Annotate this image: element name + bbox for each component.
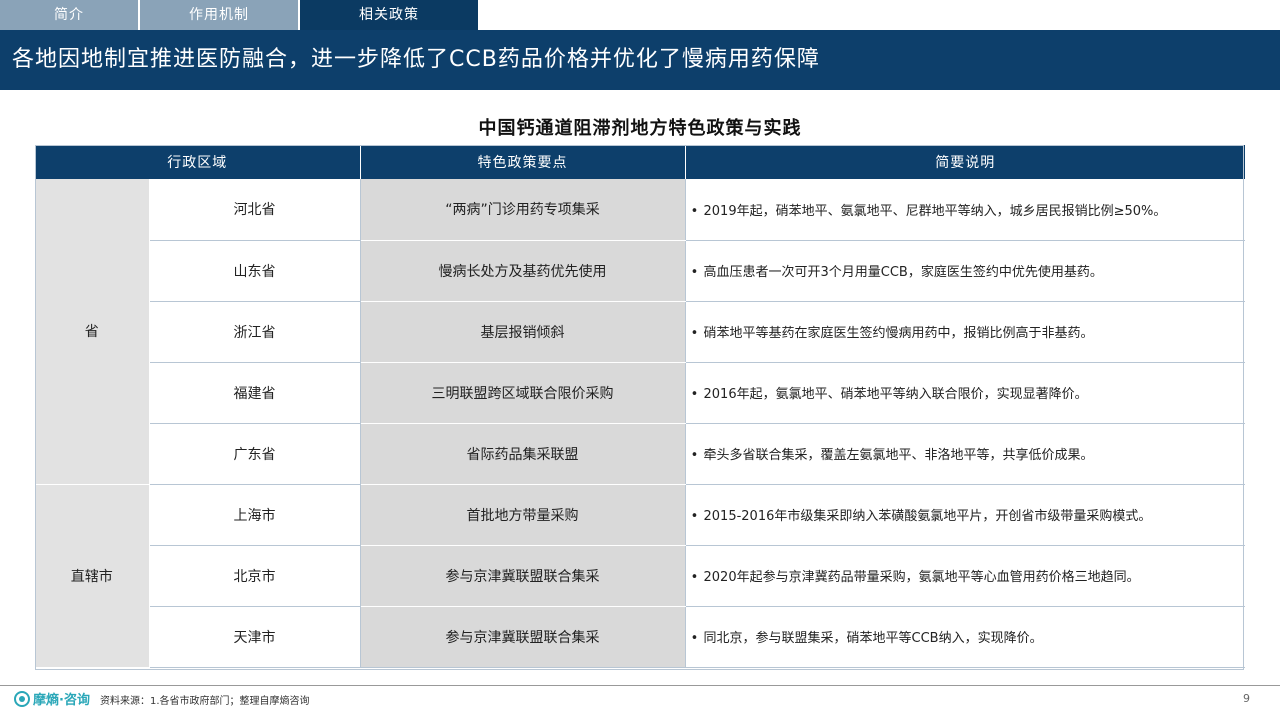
description-cell: • 牵头多省联合集采，覆盖左氨氯地平、非洛地平等，共享低价成果。 [685, 423, 1245, 485]
policy-cell: 首批地方带量采购 [360, 484, 686, 546]
table-row: 直辖市 上海市 首批地方带量采购 • 2015-2016年市级集采即纳入苯磺酸氨氯… [35, 484, 1245, 668]
bullet-icon: • [690, 265, 699, 280]
description-cell: • 2019年起，硝苯地平、氨氯地平、尼群地平等纳入，城乡居民报销比例≥50%。 [685, 179, 1245, 241]
description-text: 2020年起参与京津冀药品带量采购，氨氯地平等心血管用药价格三地趋同。 [703, 570, 1140, 585]
description-text: 同北京，参与联盟集采，硝苯地平等CCB纳入，实现降价。 [703, 631, 1043, 646]
table-row: 天津市 参与京津冀联盟联合集采 • 同北京，参与联盟集采，硝苯地平等CCB纳入，实… [35, 606, 1245, 668]
policy-cell: 三明联盟跨区域联合限价采购 [360, 362, 686, 424]
page-title: 各地因地制宜推进医防融合，进一步降低了CCB药品价格并优化了慢病用药保障 [0, 30, 1280, 90]
bullet-icon: • [690, 570, 699, 585]
header-region: 行政区域 [35, 145, 361, 179]
bullet-icon: • [690, 326, 699, 341]
table-row: 浙江省 基层报销倾斜 • 硝苯地平等基药在家庭医生签约慢病用药中，报销比例高于非基… [35, 301, 1245, 363]
policy-table: 行政区域 特色政策要点 简要说明 省 河北省 “两病”门诊用药专项集采 • 201… [35, 145, 1245, 668]
policy-cell: “两病”门诊用药专项集采 [360, 179, 686, 241]
tab-intro[interactable]: 简介 [0, 0, 140, 30]
level-cell: 直辖市 [35, 484, 150, 668]
tab-mechanism[interactable]: 作用机制 [140, 0, 300, 30]
description-cell: • 高血压患者一次可开3个月用量CCB，家庭医生签约中优先使用基药。 [685, 240, 1245, 302]
description-text: 高血压患者一次可开3个月用量CCB，家庭医生签约中优先使用基药。 [703, 265, 1103, 280]
bullet-icon: • [690, 509, 699, 524]
header-description: 简要说明 [685, 145, 1245, 179]
policy-cell: 参与京津冀联盟联合集采 [360, 545, 686, 607]
region-cell: 上海市 [149, 484, 361, 546]
description-text: 硝苯地平等基药在家庭医生签约慢病用药中，报销比例高于非基药。 [703, 326, 1094, 341]
description-text: 牵头多省联合集采，覆盖左氨氯地平、非洛地平等，共享低价成果。 [703, 448, 1094, 463]
table-header-row: 行政区域 特色政策要点 简要说明 [35, 145, 1245, 179]
policy-cell: 慢病长处方及基药优先使用 [360, 240, 686, 302]
source-note: 资料来源：1.各省市政府部门；整理自摩熵咨询 [100, 696, 310, 707]
policy-cell: 参与京津冀联盟联合集采 [360, 606, 686, 668]
bullet-icon: • [690, 448, 699, 463]
region-cell: 浙江省 [149, 301, 361, 363]
table-row: 广东省 省际药品集采联盟 • 牵头多省联合集采，覆盖左氨氯地平、非洛地平等，共享低… [35, 423, 1245, 485]
table-title: 中国钙通道阻滞剂地方特色政策与实践 [478, 118, 802, 139]
description-cell: • 同北京，参与联盟集采，硝苯地平等CCB纳入，实现降价。 [685, 606, 1245, 668]
policy-cell: 省际药品集采联盟 [360, 423, 686, 485]
description-cell: • 2016年起，氨氯地平、硝苯地平等纳入联合限价，实现显著降价。 [685, 362, 1245, 424]
region-cell: 福建省 [149, 362, 361, 424]
logo-icon [14, 690, 30, 707]
page-number: 9 [1243, 692, 1250, 705]
table-row: 福建省 三明联盟跨区域联合限价采购 • 2016年起，氨氯地平、硝苯地平等纳入联合… [35, 362, 1245, 424]
footer-divider [0, 685, 1280, 686]
table-row: 省 河北省 “两病”门诊用药专项集采 • 2019年起，硝苯地平、氨氯地平、尼群地… [35, 179, 1245, 485]
region-cell: 河北省 [149, 179, 361, 241]
description-cell: • 硝苯地平等基药在家庭医生签约慢病用药中，报销比例高于非基药。 [685, 301, 1245, 363]
region-cell: 天津市 [149, 606, 361, 668]
region-cell: 北京市 [149, 545, 361, 607]
description-cell: • 2020年起参与京津冀药品带量采购，氨氯地平等心血管用药价格三地趋同。 [685, 545, 1245, 607]
region-cell: 广东省 [149, 423, 361, 485]
description-text: 2016年起，氨氯地平、硝苯地平等纳入联合限价，实现显著降价。 [703, 387, 1088, 402]
policy-cell: 基层报销倾斜 [360, 301, 686, 363]
bullet-icon: • [690, 631, 699, 646]
description-text: 2019年起，硝苯地平、氨氯地平、尼群地平等纳入，城乡居民报销比例≥50%。 [703, 203, 1167, 219]
description-cell: • 2015-2016年市级集采即纳入苯磺酸氨氯地平片，开创省市级带量采购模式。 [685, 484, 1245, 546]
tab-policies[interactable]: 相关政策 [300, 0, 480, 30]
tab-bar: 简介 作用机制 相关政策 [0, 0, 480, 30]
bullet-icon: • [690, 387, 699, 402]
bullet-icon: • [690, 203, 699, 219]
logo-text: 摩熵·咨询 [33, 693, 90, 708]
header-policy: 特色政策要点 [360, 145, 686, 179]
table-row: 山东省 慢病长处方及基药优先使用 • 高血压患者一次可开3个月用量CCB，家庭医生… [35, 240, 1245, 302]
logo: 摩熵·咨询 [14, 689, 90, 708]
region-cell: 山东省 [149, 240, 361, 302]
description-text: 2015-2016年市级集采即纳入苯磺酸氨氯地平片，开创省市级带量采购模式。 [703, 509, 1152, 524]
level-cell: 省 [35, 179, 150, 485]
table-row: 北京市 参与京津冀联盟联合集采 • 2020年起参与京津冀药品带量采购，氨氯地平等… [35, 545, 1245, 607]
